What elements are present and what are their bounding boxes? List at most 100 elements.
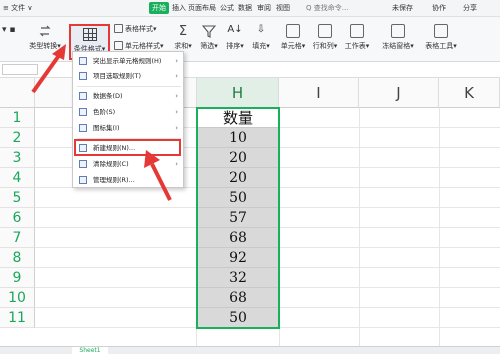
- menu-item-clear-rules[interactable]: 清除规则(C) ›: [73, 157, 183, 171]
- row-header[interactable]: 2: [0, 128, 35, 148]
- manage-rules-icon: [79, 176, 87, 184]
- submenu-arrow-icon: ›: [175, 160, 178, 168]
- color-scales-icon: [79, 108, 87, 116]
- cell-icon: [286, 24, 300, 38]
- row-header[interactable]: 3: [0, 148, 35, 168]
- menu-item-label: 色阶(S): [93, 108, 116, 116]
- tab-home[interactable]: 开始: [149, 2, 169, 14]
- new-rule-icon: [79, 144, 87, 152]
- tab-insert[interactable]: 插入: [172, 3, 186, 13]
- worksheet-label: 工作表▾: [344, 42, 370, 50]
- row-header[interactable]: 6: [0, 208, 35, 228]
- menu-item-icon-sets[interactable]: 图标集(I) ›: [73, 121, 183, 135]
- sum-button[interactable]: Σ 求和▾: [173, 24, 193, 51]
- column-header-i[interactable]: I: [279, 78, 359, 108]
- column-header-h[interactable]: H: [197, 78, 279, 108]
- highlight-rules-icon: [79, 57, 87, 65]
- sum-label: 求和▾: [174, 42, 192, 50]
- menu-item-highlight-rules[interactable]: 突出显示单元格规则(H) ›: [73, 54, 183, 68]
- submenu-arrow-icon: ›: [175, 124, 178, 132]
- tab-formula[interactable]: 公式: [220, 3, 234, 13]
- filter-label: 筛选▾: [200, 42, 218, 50]
- paste-button[interactable]: ▾ ▪: [2, 25, 15, 42]
- table-tools-button[interactable]: 表格工具▾: [424, 24, 458, 51]
- freeze-panes-button[interactable]: 冻结窗格▾: [381, 24, 415, 51]
- worksheet-button[interactable]: 工作表▾: [343, 24, 371, 51]
- cell-h7[interactable]: 68: [197, 228, 279, 248]
- column-header-k[interactable]: K: [439, 78, 500, 108]
- sort-button[interactable]: A↓ 排序▾: [224, 24, 246, 51]
- row-col-icon: [318, 24, 332, 38]
- cell-h11[interactable]: 50: [197, 308, 279, 328]
- search-command[interactable]: Q 查找命令...: [306, 3, 348, 13]
- cell-h8[interactable]: 92: [197, 248, 279, 268]
- cell-style-button[interactable]: 单元格样式▾: [114, 41, 164, 51]
- tab-review[interactable]: 审阅: [257, 3, 271, 13]
- cell-h10[interactable]: 68: [197, 288, 279, 308]
- tab-page-layout[interactable]: 页面布局: [188, 3, 216, 13]
- cell-style-icon: [114, 41, 123, 50]
- paste-icon: ▾ ▪: [2, 25, 16, 35]
- cell-h3[interactable]: 20: [197, 148, 279, 168]
- data-bars-icon: [79, 92, 87, 100]
- unsaved-status[interactable]: 未保存: [392, 3, 413, 13]
- name-box[interactable]: [2, 64, 38, 75]
- menu-item-manage-rules[interactable]: 管理规则(R)...: [73, 173, 183, 187]
- filter-button[interactable]: 筛选▾: [198, 24, 220, 51]
- sort-icon: A↓: [227, 24, 243, 35]
- table-tools-label: 表格工具▾: [425, 42, 457, 50]
- funnel-icon: [198, 24, 220, 41]
- top-bottom-rules-icon: [79, 72, 87, 80]
- submenu-arrow-icon: ›: [175, 72, 178, 80]
- cell-button[interactable]: 单元格▾: [280, 24, 306, 51]
- cell-h1[interactable]: 数量: [197, 108, 279, 128]
- fill-label: 填充▾: [252, 42, 270, 50]
- row-header[interactable]: 11: [0, 308, 35, 328]
- worksheet-icon: [350, 24, 364, 38]
- column-header-j[interactable]: J: [359, 78, 439, 108]
- convert-icon: [38, 24, 52, 38]
- submenu-arrow-icon: ›: [175, 108, 178, 116]
- menu-item-new-rule[interactable]: 新建规则(N)...: [73, 141, 183, 155]
- gridline: [279, 108, 280, 346]
- table-grid-icon: [82, 28, 97, 41]
- file-menu[interactable]: ≡ 文件 ∨: [3, 3, 32, 13]
- cell-h6[interactable]: 57: [197, 208, 279, 228]
- table-style-icon: [114, 24, 123, 33]
- menu-item-label: 新建规则(N)...: [93, 144, 136, 152]
- menu-item-label: 管理规则(R)...: [93, 176, 135, 184]
- cell-h4[interactable]: 20: [197, 168, 279, 188]
- row-header[interactable]: 4: [0, 168, 35, 188]
- row-header[interactable]: 1: [0, 108, 35, 128]
- row-header[interactable]: 8: [0, 248, 35, 268]
- tab-view[interactable]: 视图: [276, 3, 290, 13]
- icon-sets-icon: [79, 124, 87, 132]
- table-style-label: 表格样式▾: [125, 25, 157, 33]
- row-col-button[interactable]: 行和列▾: [312, 24, 338, 51]
- menu-item-label: 突出显示单元格规则(H): [93, 57, 162, 65]
- row-header[interactable]: 10: [0, 288, 35, 308]
- fill-button[interactable]: ⇩ 填充▾: [250, 24, 272, 51]
- cell-h9[interactable]: 32: [197, 268, 279, 288]
- menubar: ≡ 文件 ∨ 开始 插入 页面布局 公式 数据 审阅 视图 Q 查找命令... …: [0, 0, 500, 17]
- gridline: [359, 108, 360, 346]
- cell-h5[interactable]: 50: [197, 188, 279, 208]
- menu-item-top-bottom-rules[interactable]: 项目选取规则(T) ›: [73, 69, 183, 83]
- freeze-icon: [391, 24, 405, 38]
- submenu-arrow-icon: ›: [175, 57, 178, 65]
- table-style-button[interactable]: 表格样式▾: [114, 24, 157, 34]
- collaborate-button[interactable]: 协作: [432, 3, 446, 13]
- cell-h2[interactable]: 10: [197, 128, 279, 148]
- corner-select-all[interactable]: [0, 78, 35, 108]
- sheet-tab-bar: Sheet1: [0, 346, 500, 355]
- row-header[interactable]: 7: [0, 228, 35, 248]
- menu-item-data-bars[interactable]: 数据条(D) ›: [73, 89, 183, 103]
- sigma-icon: Σ: [178, 24, 188, 39]
- share-button[interactable]: 分享: [463, 3, 477, 13]
- menu-item-color-scales[interactable]: 色阶(S) ›: [73, 105, 183, 119]
- row-header[interactable]: 5: [0, 188, 35, 208]
- type-convert-button[interactable]: 类型转换▾: [27, 24, 63, 51]
- tab-data[interactable]: 数据: [238, 3, 252, 13]
- clear-rules-icon: [79, 160, 87, 168]
- row-header[interactable]: 9: [0, 268, 35, 288]
